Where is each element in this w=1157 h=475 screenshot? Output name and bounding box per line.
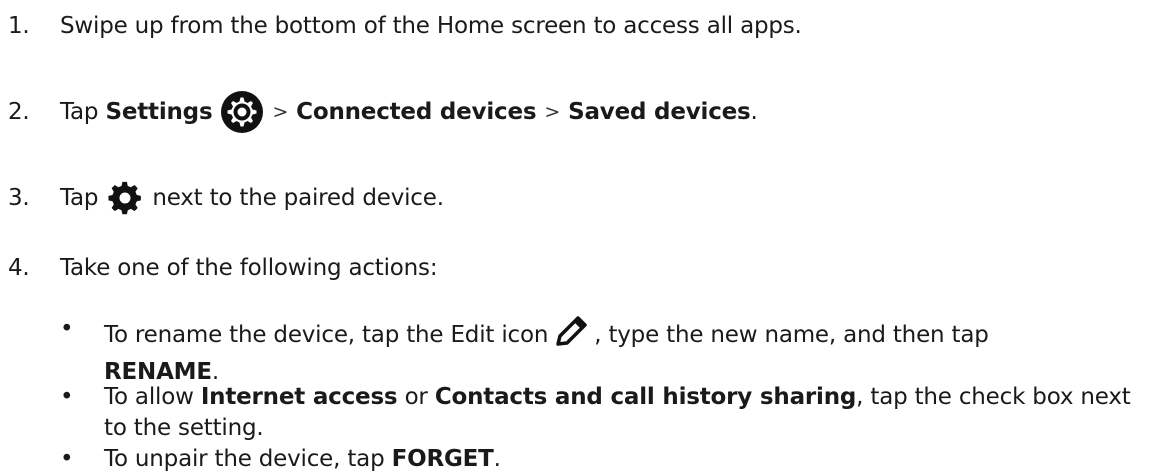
forget-label: FORGET [391, 446, 494, 472]
contacts-sharing-label: Contacts and call history sharing [434, 384, 857, 410]
settings-label: Settings [105, 99, 213, 125]
bullet-dot: • [60, 316, 74, 342]
step-text-tap: Tap [60, 99, 99, 125]
internet-access-label: Internet access [200, 384, 398, 410]
step-2: 2. Tap Settings > Connected devices > Sa… [8, 90, 758, 134]
step-text: next to the paired device. [152, 185, 444, 211]
pencil-edit-icon [552, 314, 590, 357]
gear-icon [108, 181, 142, 215]
step-number: 4. [8, 255, 30, 281]
period: . [493, 446, 501, 472]
step-text: Take one of the following actions: [60, 255, 438, 281]
period: . [750, 99, 758, 125]
step-text: Swipe up from the bottom of the Home scr… [60, 13, 802, 39]
bullet-unpair: • To unpair the device, tap FORGET. [60, 446, 1150, 475]
bullet-allow-access: • To allow Internet access or Contacts a… [60, 382, 1150, 446]
settings-app-icon [220, 90, 264, 134]
breadcrumb-separator: > [272, 101, 289, 123]
bullet-text: To unpair the device, tap FORGET. [104, 446, 1154, 472]
step-number: 1. [8, 13, 30, 39]
saved-devices-label: Saved devices [568, 99, 751, 125]
bullet-text-pre: To allow [104, 384, 194, 410]
step-1: 1. Swipe up from the bottom of the Home … [8, 8, 802, 44]
bullet-dot: • [60, 446, 74, 472]
breadcrumb-separator: > [544, 101, 561, 123]
step-3: 3. Tap next to the paired device. [8, 176, 444, 220]
bullet-text-mid: or [404, 384, 428, 410]
bullet-dot: • [60, 384, 74, 410]
step-4: 4. Take one of the following actions: [8, 250, 438, 286]
step-text-tap: Tap [60, 185, 99, 211]
bullet-text-pre: To rename the device, tap the Edit icon [104, 322, 549, 348]
bullet-rename: • To rename the device, tap the Edit ico… [60, 314, 1150, 385]
bullet-text: To rename the device, tap the Edit icon,… [104, 314, 1154, 388]
bullet-text-post: , type the new name, and then tap [594, 322, 989, 348]
connected-devices-label: Connected devices [296, 99, 537, 125]
step-number: 3. [8, 185, 30, 211]
step-number: 2. [8, 99, 30, 125]
instruction-document: 1. Swipe up from the bottom of the Home … [0, 0, 1157, 475]
bullet-text-pre: To unpair the device, tap [104, 446, 385, 472]
bullet-text: To allow Internet access or Contacts and… [104, 382, 1154, 444]
